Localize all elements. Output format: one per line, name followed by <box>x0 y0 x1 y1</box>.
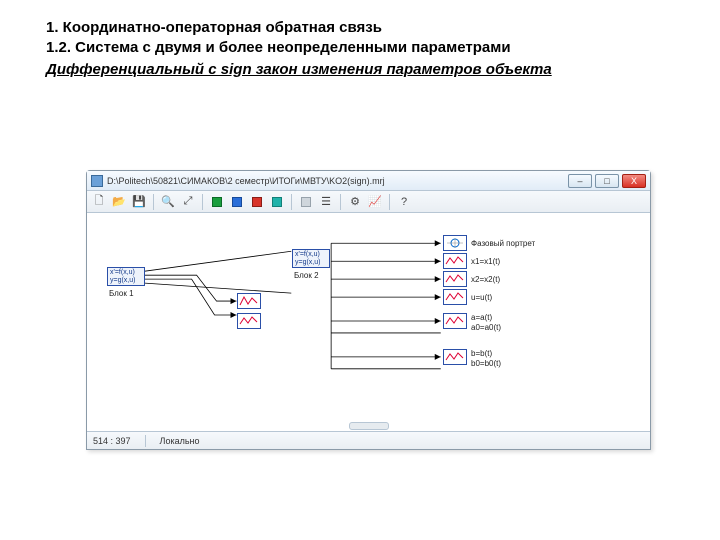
scope-a[interactable] <box>443 313 467 329</box>
scope-x1[interactable] <box>443 253 467 269</box>
status-mode: Локально <box>160 436 200 446</box>
scope-b[interactable] <box>443 349 467 365</box>
horizontal-scrollbar[interactable] <box>349 422 389 430</box>
label-a: a=a(t) <box>471 313 492 322</box>
open-icon[interactable]: 📂 <box>111 194 127 210</box>
toolbar-separator <box>291 194 292 210</box>
heading-1: 1. Координатно-операторная обратная связ… <box>46 18 676 38</box>
phase-portrait-scope[interactable] <box>443 235 467 251</box>
toolbar: 🗋 📂 💾 🔍 ⤢ ☰ ⚙ 📈 ? <box>87 191 650 213</box>
block-1-eq1: x'=f(x,u) <box>110 269 142 277</box>
pause-teal-icon[interactable] <box>269 194 285 210</box>
statusbar: 514 : 397 Локально <box>87 431 650 449</box>
block-2[interactable]: x'=f(x,u) y=g(x,u) <box>292 249 330 268</box>
run-blue-icon[interactable] <box>229 194 245 210</box>
run-green-icon[interactable] <box>209 194 225 210</box>
settings-icon[interactable]: ⚙ <box>347 194 363 210</box>
layers-icon[interactable]: ☰ <box>318 194 334 210</box>
label-x2: x2=x2(t) <box>471 275 500 284</box>
label-u: u=u(t) <box>471 293 492 302</box>
toolbar-separator <box>202 194 203 210</box>
new-icon[interactable]: 🗋 <box>91 194 107 210</box>
scope-left-1[interactable] <box>237 293 261 309</box>
app-window: D:\Politech\50821\СИМАКОВ\2 семестр\ИТОГ… <box>86 170 651 450</box>
label-x1: x1=x1(t) <box>471 257 500 266</box>
block-2-eq2: y=g(x,u) <box>295 259 327 267</box>
block-2-eq1: x'=f(x,u) <box>295 251 327 259</box>
heading-2: 1.2. Система с двумя и более неопределен… <box>46 38 676 58</box>
app-icon <box>91 175 103 187</box>
label-a0: a0=a0(t) <box>471 323 501 332</box>
label-b: b=b(t) <box>471 349 492 358</box>
status-coords: 514 : 397 <box>93 436 131 446</box>
window-title: D:\Politech\50821\СИМАКОВ\2 семестр\ИТОГ… <box>107 176 568 186</box>
status-separator <box>145 435 146 447</box>
titlebar[interactable]: D:\Politech\50821\СИМАКОВ\2 семестр\ИТОГ… <box>87 171 650 191</box>
block-2-label: Блок 2 <box>294 271 319 280</box>
subtitle: Дифференциальный с sign закон изменения … <box>46 61 676 78</box>
label-b0: b0=b0(t) <box>471 359 501 368</box>
minimize-button[interactable]: – <box>568 174 592 188</box>
toolbar-separator <box>153 194 154 210</box>
close-button[interactable]: X <box>622 174 646 188</box>
block-1-eq2: y=g(x,u) <box>110 277 142 285</box>
scope-u[interactable] <box>443 289 467 305</box>
find-icon[interactable]: 🔍 <box>160 194 176 210</box>
save-icon[interactable]: 💾 <box>131 194 147 210</box>
block-1[interactable]: x'=f(x,u) y=g(x,u) <box>107 267 145 286</box>
scope-left-2[interactable] <box>237 313 261 329</box>
diagram-canvas[interactable]: x'=f(x,u) y=g(x,u) Блок 1 x'=f(x,u) y=g(… <box>87 213 650 431</box>
maximize-button[interactable]: □ <box>595 174 619 188</box>
zoom-icon[interactable]: ⤢ <box>180 194 196 210</box>
toolbar-separator <box>340 194 341 210</box>
help-icon[interactable]: ? <box>396 194 412 210</box>
block-1-label: Блок 1 <box>109 289 134 298</box>
scope-x2[interactable] <box>443 271 467 287</box>
grid-icon[interactable] <box>298 194 314 210</box>
wire-layer <box>87 213 650 431</box>
toolbar-separator <box>389 194 390 210</box>
phase-portrait-label: Фазовый портрет <box>471 239 535 248</box>
stop-red-icon[interactable] <box>249 194 265 210</box>
plot-icon[interactable]: 📈 <box>367 194 383 210</box>
